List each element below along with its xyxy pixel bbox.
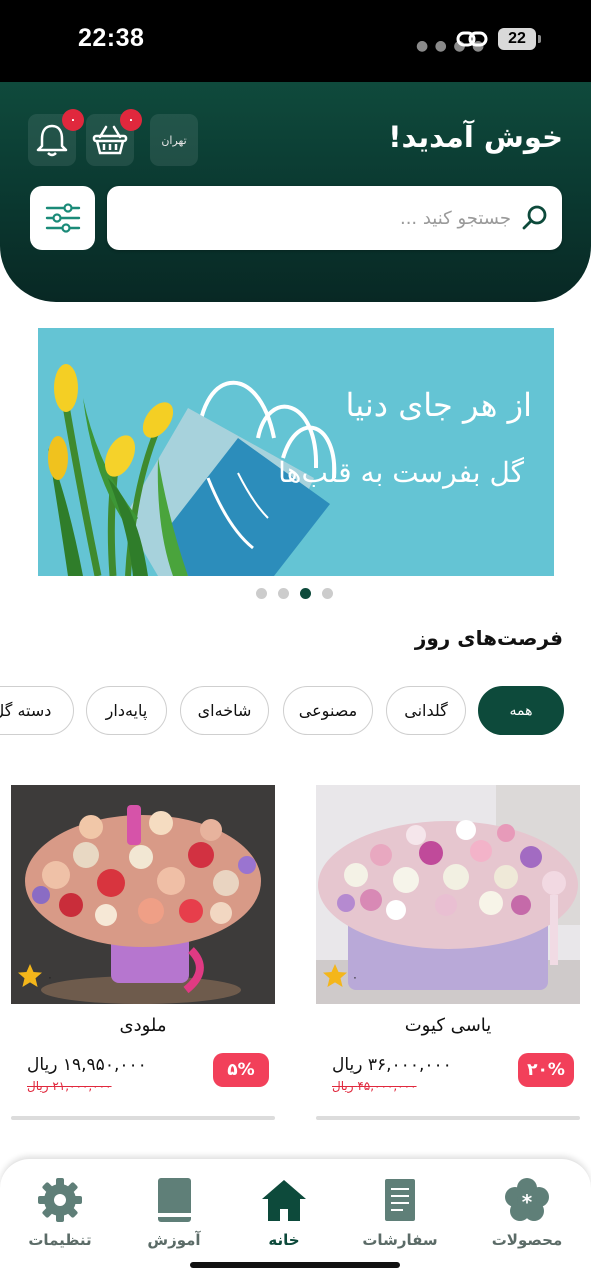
product-name: یاسی کیوت bbox=[404, 1015, 492, 1036]
search-input[interactable] bbox=[121, 186, 511, 250]
nav-label-orders: سفارشات bbox=[362, 1231, 438, 1249]
status-time: 22:38 bbox=[78, 24, 145, 52]
banner-illustration bbox=[48, 364, 337, 576]
promo-banner[interactable]: از هر جای دنیا گل بفرست به قلب‌ها bbox=[38, 328, 554, 576]
product-old-price: ۲۱,۰۰۰,۰۰۰ ریال bbox=[27, 1079, 112, 1093]
home-icon bbox=[262, 1180, 306, 1221]
banner-line-1: از هر جای دنیا bbox=[345, 386, 532, 424]
cart-button[interactable]: ۰ bbox=[86, 109, 142, 166]
nav-orders[interactable]: سفارشات bbox=[350, 1177, 450, 1257]
carousel-dot[interactable] bbox=[322, 588, 333, 599]
svg-text:*: * bbox=[522, 1190, 533, 1214]
product-rating: ۰ bbox=[352, 971, 358, 984]
nav-label-learning: آموزش bbox=[147, 1231, 201, 1249]
chip-branch[interactable]: شاخه‌ای bbox=[180, 686, 269, 735]
header: خوش آمدید! تهران ۰ ۰ bbox=[0, 82, 591, 302]
chip-potted[interactable]: گلدانی bbox=[386, 686, 466, 735]
battery-icon: 22 bbox=[498, 28, 536, 50]
product-price: ۳۶,۰۰۰,۰۰۰ ریال bbox=[332, 1055, 452, 1075]
product-card[interactable]: ۰ ملودی ۱۹,۹۵۰,۰۰۰ ریال ۲۱,۰۰۰,۰۰۰ ریال … bbox=[11, 785, 275, 1121]
card-divider bbox=[316, 1116, 580, 1120]
filter-button[interactable] bbox=[30, 186, 95, 250]
city-selector[interactable]: تهران bbox=[150, 114, 198, 166]
status-bar: 22:38 ● ● ● ● 22 bbox=[0, 0, 591, 82]
discount-badge: ۵% bbox=[213, 1053, 269, 1087]
battery-tip bbox=[538, 35, 541, 43]
star-icon bbox=[323, 964, 347, 987]
nav-home[interactable]: خانه bbox=[234, 1177, 334, 1257]
battery-level: 22 bbox=[508, 30, 526, 47]
search-bar[interactable] bbox=[107, 186, 562, 250]
welcome-title: خوش آمدید! bbox=[388, 120, 563, 154]
banner-line-2: گل بفرست به قلب‌ها bbox=[278, 456, 524, 489]
notifications-button[interactable]: ۰ bbox=[28, 109, 84, 166]
nav-label-settings: تنظیمات bbox=[28, 1231, 92, 1249]
nav-products[interactable]: * محصولات bbox=[477, 1177, 577, 1257]
cart-badge: ۰ bbox=[120, 109, 142, 131]
home-indicator bbox=[190, 1262, 400, 1268]
link-icon bbox=[456, 31, 488, 47]
sliders-icon bbox=[45, 203, 80, 233]
chip-artificial[interactable]: مصنوعی bbox=[283, 686, 373, 735]
chip-stand[interactable]: پایه‌دار bbox=[86, 686, 167, 735]
city-label: تهران bbox=[161, 133, 187, 147]
card-divider bbox=[11, 1116, 275, 1120]
carousel-dot[interactable] bbox=[256, 588, 267, 599]
nav-settings[interactable]: تنظیمات bbox=[10, 1177, 110, 1257]
discount-badge: ۲۰% bbox=[518, 1053, 574, 1087]
carousel-dot[interactable] bbox=[278, 588, 289, 599]
product-rating: ۰ bbox=[47, 971, 53, 984]
gear-icon bbox=[38, 1178, 82, 1222]
nav-learning[interactable]: آموزش bbox=[124, 1177, 224, 1257]
flower-icon: * bbox=[505, 1178, 549, 1221]
star-icon bbox=[18, 964, 42, 987]
book-icon bbox=[158, 1178, 191, 1222]
category-chips: همه گلدانی مصنوعی شاخه‌ای پایه‌دار دسته … bbox=[0, 686, 591, 736]
search-icon[interactable] bbox=[520, 203, 550, 233]
section-title: فرصت‌های روز bbox=[414, 626, 563, 650]
chip-all[interactable]: همه bbox=[478, 686, 564, 735]
product-price: ۱۹,۹۵۰,۰۰۰ ریال bbox=[27, 1055, 147, 1075]
chip-bouquet[interactable]: دسته گل bbox=[0, 686, 74, 735]
product-card[interactable]: ۰ یاسی کیوت ۳۶,۰۰۰,۰۰۰ ریال ۴۵,۰۰۰,۰۰۰ ر… bbox=[316, 785, 580, 1121]
notifications-badge: ۰ bbox=[62, 109, 84, 131]
product-name: ملودی bbox=[119, 1015, 167, 1036]
nav-label-products: محصولات bbox=[491, 1231, 563, 1249]
carousel-dot-active[interactable] bbox=[300, 588, 311, 599]
nav-label-home: خانه bbox=[268, 1231, 300, 1249]
product-old-price: ۴۵,۰۰۰,۰۰۰ ریال bbox=[332, 1079, 417, 1093]
receipt-icon bbox=[385, 1179, 415, 1221]
carousel-dots bbox=[256, 588, 333, 600]
